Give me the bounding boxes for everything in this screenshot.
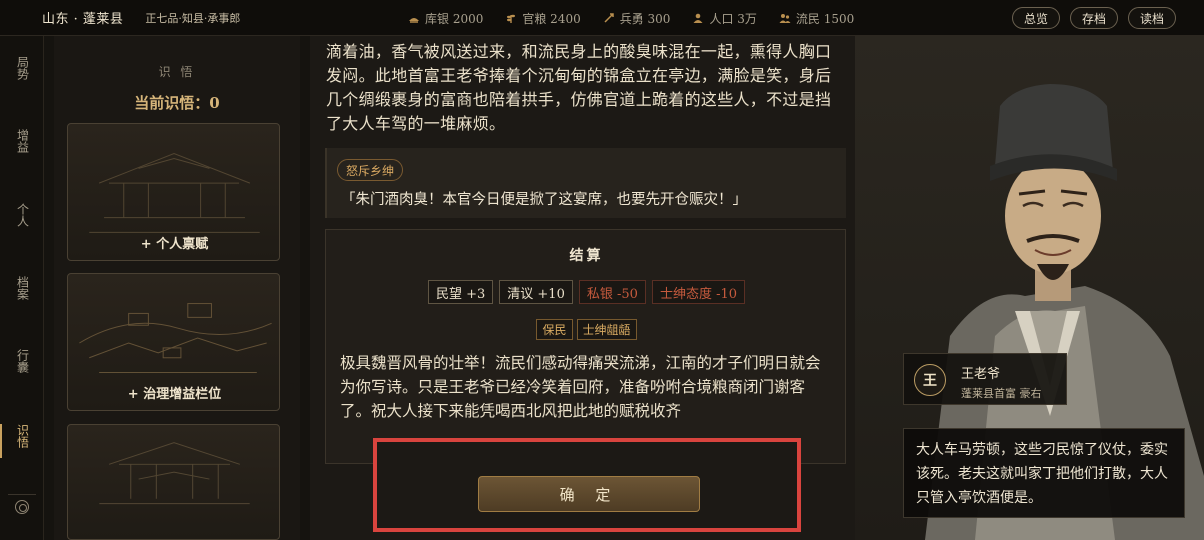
- confirm-highlight-box: 确 定: [373, 438, 801, 532]
- wisdom-card-talent[interactable]: + 个人禀赋: [67, 123, 280, 261]
- character-dialogue: 大人车马劳顿，这些刁民惊了仪仗，委实该死。老夫这就叫家丁把他们打散，大人只管入亭…: [903, 428, 1185, 518]
- stat-grain-label: 官粮 2400: [522, 11, 581, 26]
- trait-tags: 保民 士绅龃龉: [326, 319, 847, 340]
- character-area: 王 王老爷 蓬莱县首富 豪右 大人车马劳顿，这些刁民惊了仪仗，委实该死。老夫这就…: [855, 36, 1204, 540]
- nav-archive[interactable]: 档案: [0, 276, 44, 305]
- refugee-icon: [779, 12, 791, 24]
- wisdom-card-governance-label: + 治理增益栏位: [127, 387, 222, 402]
- wisdom-card-talent-label: + 个人禀赋: [140, 237, 209, 252]
- choice-tag: 怒斥乡绅: [337, 159, 404, 181]
- location-label: 山东 · 蓬莱县: [42, 12, 124, 27]
- grain-icon: [505, 12, 517, 24]
- stat-population: 人口 3万: [692, 10, 757, 27]
- stat-refugee: 流民 1500: [779, 10, 854, 27]
- effect-tag-reputation: 民望 +3: [427, 280, 494, 304]
- settlement-title: 结算: [569, 248, 604, 264]
- character-name: 王老爷: [961, 367, 1001, 382]
- character-title: 蓬莱县首富 豪右: [961, 387, 1042, 400]
- nav-bag-label: 行囊: [15, 349, 30, 373]
- stat-refugee-label: 流民 1500: [795, 11, 855, 26]
- settings-icon[interactable]: [15, 500, 29, 514]
- character-namecard: 王 王老爷 蓬莱县首富 豪右: [903, 353, 1067, 405]
- wisdom-card-third[interactable]: [67, 424, 280, 540]
- chosen-option: 怒斥乡绅 「朱门酒肉臭！本官今日便是掀了这宴席，也要先开仓赈灾！」: [325, 148, 846, 218]
- story-paragraph: 滴着油，香气被风送过来，和流民身上的酸臭味混在一起，熏得人胸口发闷。此地首富王老…: [326, 42, 832, 133]
- resource-stats: 库银 2000 官粮 2400 兵勇 300 人口 3万 流民 1500: [408, 0, 854, 36]
- left-nav: 局势 增益 个人 档案 行囊 识悟: [0, 36, 44, 540]
- wisdom-card-governance[interactable]: + 治理增益栏位: [67, 273, 280, 411]
- game-screen: 山东 · 蓬莱县 正七品·知县·承事郎 库银 2000 官粮 2400 兵勇 3…: [0, 0, 1204, 540]
- rank-label: 正七品·知县·承事郎: [145, 11, 241, 25]
- temple-illustration-icon: [99, 442, 250, 505]
- top-actions: 总览 存档 读档: [1011, 7, 1176, 29]
- nav-divider: [8, 494, 36, 495]
- wisdom-current: 当前识悟：0: [134, 94, 220, 112]
- stat-soldier: 兵勇 300: [603, 10, 671, 27]
- silver-icon: [408, 12, 420, 24]
- nav-wisdom-label: 识悟: [15, 424, 30, 448]
- stat-population-label: 人口 3万: [709, 11, 757, 26]
- save-button[interactable]: 存档: [1069, 7, 1118, 29]
- stat-soldier-label: 兵勇 300: [619, 11, 671, 26]
- top-bar: 山东 · 蓬莱县 正七品·知县·承事郎 库银 2000 官粮 2400 兵勇 3…: [0, 0, 1204, 36]
- effect-tag-opinion: 清议 +10: [499, 280, 573, 304]
- nav-situation[interactable]: 局势: [0, 56, 44, 85]
- nav-buffs-label: 增益: [15, 129, 30, 153]
- stat-grain: 官粮 2400: [505, 10, 581, 27]
- trait-tag-protect-people: 保民: [536, 319, 573, 340]
- effect-tag-private-silver: 私银 -50: [578, 280, 646, 304]
- stat-silver-label: 库银 2000: [425, 11, 484, 26]
- nav-personal[interactable]: 个人: [0, 203, 44, 232]
- effect-tag-gentry-attitude: 士绅态度 -10: [651, 280, 746, 304]
- nav-archive-label: 档案: [15, 276, 30, 300]
- effect-tags: 民望 +3 清议 +10 私银 -50 士绅态度 -10: [326, 280, 847, 304]
- population-icon: [692, 12, 704, 24]
- nav-situation-label: 局势: [15, 56, 30, 80]
- result-text: 极具魏晋风骨的壮举！流民们感动得痛哭流涕，江南的才子们明日就会为你写诗。只是王老…: [340, 354, 821, 420]
- story-panel: 滴着油，香气被风送过来，和流民身上的酸臭味混在一起，熏得人胸口发闷。此地首富王老…: [310, 36, 855, 540]
- load-button[interactable]: 读档: [1127, 7, 1176, 29]
- stat-silver: 库银 2000: [408, 10, 483, 27]
- settlement-panel: 结算 民望 +3 清议 +10 私银 -50 士绅态度 -10 保民 士绅龃龉 …: [325, 229, 846, 464]
- wisdom-caption: 识 悟: [158, 65, 196, 79]
- nav-bag[interactable]: 行囊: [0, 349, 44, 378]
- soldier-icon: [603, 12, 615, 24]
- trait-tag-gentry-conflict: 士绅龃龉: [576, 319, 637, 340]
- confirm-button[interactable]: 确 定: [478, 476, 700, 512]
- choice-dialogue: 「朱门酒肉臭！本官今日便是掀了这宴席，也要先开仓赈灾！」: [341, 192, 747, 208]
- character-badge: 王: [914, 364, 946, 396]
- wisdom-panel: 识 悟 当前识悟：0 + 个人禀赋 + 治理增益栏位: [54, 36, 300, 540]
- nav-buffs[interactable]: 增益: [0, 129, 44, 158]
- overview-button[interactable]: 总览: [1011, 7, 1060, 29]
- nav-personal-label: 个人: [15, 203, 30, 227]
- nav-wisdom[interactable]: 识悟: [0, 424, 44, 458]
